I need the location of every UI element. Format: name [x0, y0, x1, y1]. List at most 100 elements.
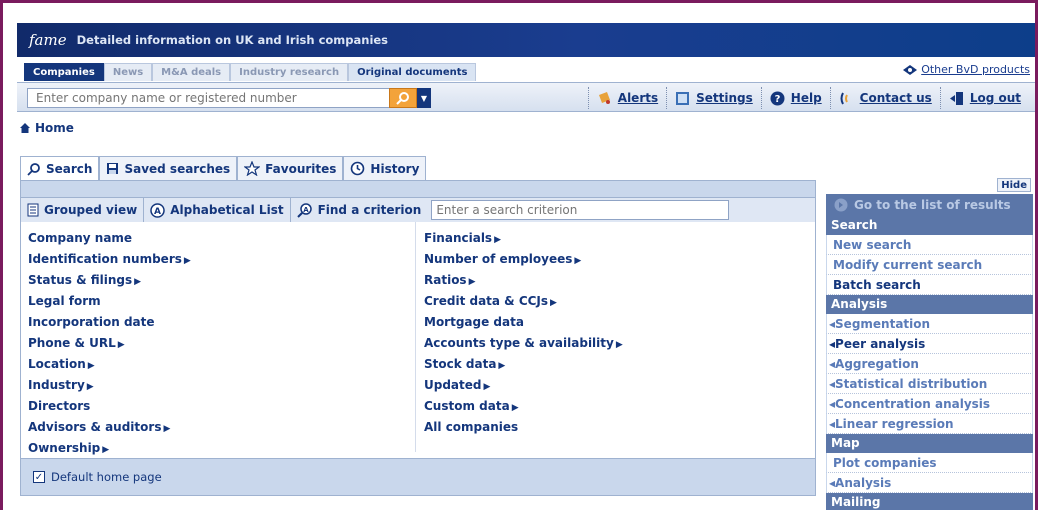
tab-search[interactable]: Search	[20, 156, 100, 180]
other-products-label: Other BvD products	[921, 63, 1030, 76]
grouped-view-label: Grouped view	[44, 203, 138, 217]
tab-favourites-label: Favourites	[265, 161, 337, 176]
sidebar-item-statistical-distribution[interactable]: ◂Statistical distribution	[826, 374, 1033, 394]
criterion-item[interactable]: Status & filings ▶	[28, 270, 415, 291]
tab-industry-research[interactable]: Industry research	[230, 63, 349, 81]
tab-favourites[interactable]: Favourites	[237, 156, 344, 180]
criterion-item[interactable]: Identification numbers ▶	[28, 249, 415, 270]
find-criterion-label: Find a criterion	[317, 203, 422, 217]
criteria-column-left: Company name Identification numbers ▶ Sta…	[28, 222, 416, 455]
company-search-input[interactable]	[27, 88, 407, 108]
sidebar-item-linear-regression[interactable]: ◂Linear regression	[826, 414, 1033, 434]
alphabetical-list-label: Alphabetical List	[170, 203, 284, 217]
contact-label: Contact us	[859, 91, 932, 105]
hide-sidebar-button[interactable]: Hide	[997, 178, 1031, 192]
criterion-item[interactable]: Financials ▶	[424, 228, 623, 249]
main-tabs: Search Saved searches Favourites History	[20, 156, 427, 180]
grouped-view-button[interactable]: Grouped view	[21, 198, 145, 222]
contact-link[interactable]: Contact us	[829, 87, 940, 109]
star-icon	[244, 161, 261, 176]
criterion-item[interactable]: Ratios ▶	[424, 270, 623, 291]
panel-header	[20, 180, 816, 198]
section-header-search: Search	[826, 216, 1033, 235]
criterion-item[interactable]: Location ▶	[28, 354, 415, 375]
sidebar-item-modify-search[interactable]: Modify current search	[826, 255, 1033, 275]
tab-companies[interactable]: Companies	[24, 63, 104, 81]
actions-sidebar: Hide Go to the list of results Search Ne…	[826, 178, 1033, 510]
tab-saved-searches-label: Saved searches	[124, 161, 231, 176]
svg-text:A: A	[154, 207, 161, 217]
tab-ma-deals[interactable]: M&A deals	[152, 63, 231, 81]
panel-footer: ✓ Default home page	[20, 458, 816, 496]
sidebar-item-new-search[interactable]: New search	[826, 235, 1033, 255]
settings-icon	[676, 91, 690, 105]
goto-results-label: Go to the list of results	[854, 198, 1011, 212]
alerts-link[interactable]: Alerts	[587, 87, 666, 109]
criterion-item[interactable]: Ownership ▶	[28, 438, 415, 459]
search-options-dropdown[interactable]: ▼	[417, 88, 431, 108]
section-header-map: Map	[826, 434, 1033, 453]
save-icon	[107, 163, 119, 174]
find-criterion-button[interactable]: A Find a criterion	[291, 198, 428, 222]
chevron-down-icon: ▼	[420, 93, 428, 103]
criterion-item[interactable]: All companies	[424, 417, 623, 438]
breadcrumb-home[interactable]: Home	[19, 121, 74, 135]
criterion-item[interactable]: Company name	[28, 228, 415, 249]
sidebar-item-aggregation[interactable]: ◂Aggregation	[826, 354, 1033, 374]
magnifier-icon	[396, 92, 409, 105]
svg-text:A: A	[303, 206, 309, 214]
fame-logo[interactable]: fame	[29, 31, 67, 49]
criterion-item[interactable]: Advisors & auditors ▶	[28, 417, 415, 438]
criterion-item[interactable]: Directors	[28, 396, 415, 417]
alphabetical-list-button[interactable]: A Alphabetical List	[144, 198, 291, 222]
sidebar-item-segmentation[interactable]: ◂Segmentation	[826, 314, 1033, 334]
criterion-item[interactable]: Legal form	[28, 291, 415, 312]
sidebar-item-peer-analysis[interactable]: ◂Peer analysis	[826, 334, 1033, 354]
brand-header: fame Detailed information on UK and Iris…	[17, 23, 1035, 57]
sidebar-item-batch-search[interactable]: Batch search	[826, 275, 1033, 295]
document-icon	[27, 203, 39, 217]
bvd-icon	[903, 64, 918, 75]
help-label: Help	[790, 91, 822, 105]
tab-history[interactable]: History	[343, 156, 427, 180]
sidebar-item-plot-companies[interactable]: Plot companies	[826, 453, 1033, 473]
help-link[interactable]: ? Help	[760, 87, 830, 109]
contact-icon	[840, 92, 848, 104]
settings-label: Settings	[696, 91, 753, 105]
criteria-area: Company name Identification numbers ▶ Sta…	[20, 222, 816, 458]
criterion-item[interactable]: Mortgage data	[424, 312, 623, 333]
criterion-item[interactable]: Credit data & CCJs ▶	[424, 291, 623, 312]
section-header-mailing: Mailing	[826, 493, 1033, 510]
product-tabs: Companies News M&A deals Industry resear…	[24, 63, 477, 81]
alphabet-icon: A	[150, 202, 165, 218]
sidebar-item-map-analysis[interactable]: ◂Analysis	[826, 473, 1033, 493]
criterion-item[interactable]: Stock data ▶	[424, 354, 623, 375]
view-bar: Grouped view A Alphabetical List A Find …	[20, 198, 816, 222]
criterion-item[interactable]: Custom data ▶	[424, 396, 623, 417]
sidebar-sections: Search New search Modify current search …	[826, 216, 1033, 510]
other-products-link[interactable]: Other BvD products	[903, 63, 1030, 76]
tab-saved-searches[interactable]: Saved searches	[99, 156, 238, 180]
criterion-item[interactable]: Number of employees ▶	[424, 249, 623, 270]
tab-original-documents[interactable]: Original documents	[348, 63, 477, 81]
logout-link[interactable]: Log out	[939, 87, 1029, 109]
settings-link[interactable]: Settings	[666, 87, 761, 109]
criterion-item[interactable]: Phone & URL ▶	[28, 333, 415, 354]
logout-icon	[949, 91, 963, 105]
default-home-label: Default home page	[51, 470, 162, 484]
svg-text:?: ?	[774, 94, 780, 105]
toolbar-tools: Alerts Settings ? Help Contact us Log ou…	[587, 83, 1029, 113]
criterion-search-input[interactable]	[431, 200, 730, 220]
home-icon	[20, 123, 30, 133]
criterion-item[interactable]: Updated ▶	[424, 375, 623, 396]
criterion-item[interactable]: Accounts type & availability ▶	[424, 333, 623, 354]
tab-news[interactable]: News	[103, 63, 153, 81]
goto-results-button[interactable]: Go to the list of results	[826, 194, 1033, 216]
criterion-item[interactable]: Incorporation date	[28, 312, 415, 333]
criterion-item[interactable]: Industry ▶	[28, 375, 415, 396]
home-label: Home	[35, 121, 74, 135]
sidebar-item-concentration-analysis[interactable]: ◂Concentration analysis	[826, 394, 1033, 414]
search-button[interactable]	[389, 88, 417, 108]
logout-label: Log out	[969, 91, 1021, 105]
default-home-checkbox[interactable]: ✓	[33, 471, 45, 483]
